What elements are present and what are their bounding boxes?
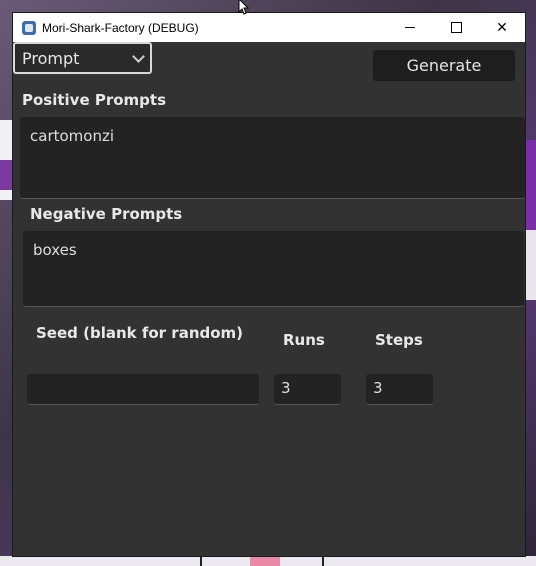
app-icon bbox=[22, 20, 36, 35]
desktop-wallpaper-fragment bbox=[250, 556, 280, 566]
positive-prompts-field[interactable]: cartomonzi bbox=[20, 117, 525, 199]
desktop-wallpaper-fragment bbox=[524, 230, 536, 300]
window-title: Mori-Shark-Factory (DEBUG) bbox=[42, 20, 199, 35]
steps-label: Steps bbox=[375, 331, 423, 349]
chevron-down-icon bbox=[132, 50, 145, 63]
maximize-icon bbox=[450, 22, 462, 33]
desktop-wallpaper-fragment bbox=[524, 140, 536, 230]
runs-input[interactable]: 3 bbox=[274, 374, 341, 405]
generate-button[interactable]: Generate bbox=[373, 50, 515, 81]
positive-prompts-label: Positive Prompts bbox=[22, 91, 167, 109]
app-window: Mori-Shark-Factory (DEBUG) ✕ Prompt Gene… bbox=[13, 13, 525, 556]
runs-label: Runs bbox=[283, 331, 325, 349]
title-bar[interactable]: Mori-Shark-Factory (DEBUG) ✕ bbox=[13, 13, 525, 42]
mouse-cursor-icon bbox=[238, 0, 250, 15]
seed-label: Seed (blank for random) bbox=[36, 324, 244, 342]
desktop-wallpaper-fragment bbox=[0, 160, 14, 190]
mode-dropdown[interactable]: Prompt bbox=[13, 42, 152, 74]
negative-prompts-label: Negative Prompts bbox=[30, 205, 183, 223]
close-icon: ✕ bbox=[496, 19, 508, 36]
maximize-button[interactable] bbox=[433, 13, 479, 42]
minimize-button[interactable] bbox=[387, 13, 433, 42]
close-button[interactable]: ✕ bbox=[479, 13, 525, 42]
window-controls: ✕ bbox=[387, 13, 525, 42]
negative-prompts-field[interactable]: boxes bbox=[23, 231, 524, 307]
seed-input[interactable] bbox=[27, 374, 259, 405]
steps-input[interactable]: 3 bbox=[366, 374, 433, 405]
mode-dropdown-value: Prompt bbox=[22, 48, 80, 68]
minimize-icon bbox=[405, 27, 415, 28]
